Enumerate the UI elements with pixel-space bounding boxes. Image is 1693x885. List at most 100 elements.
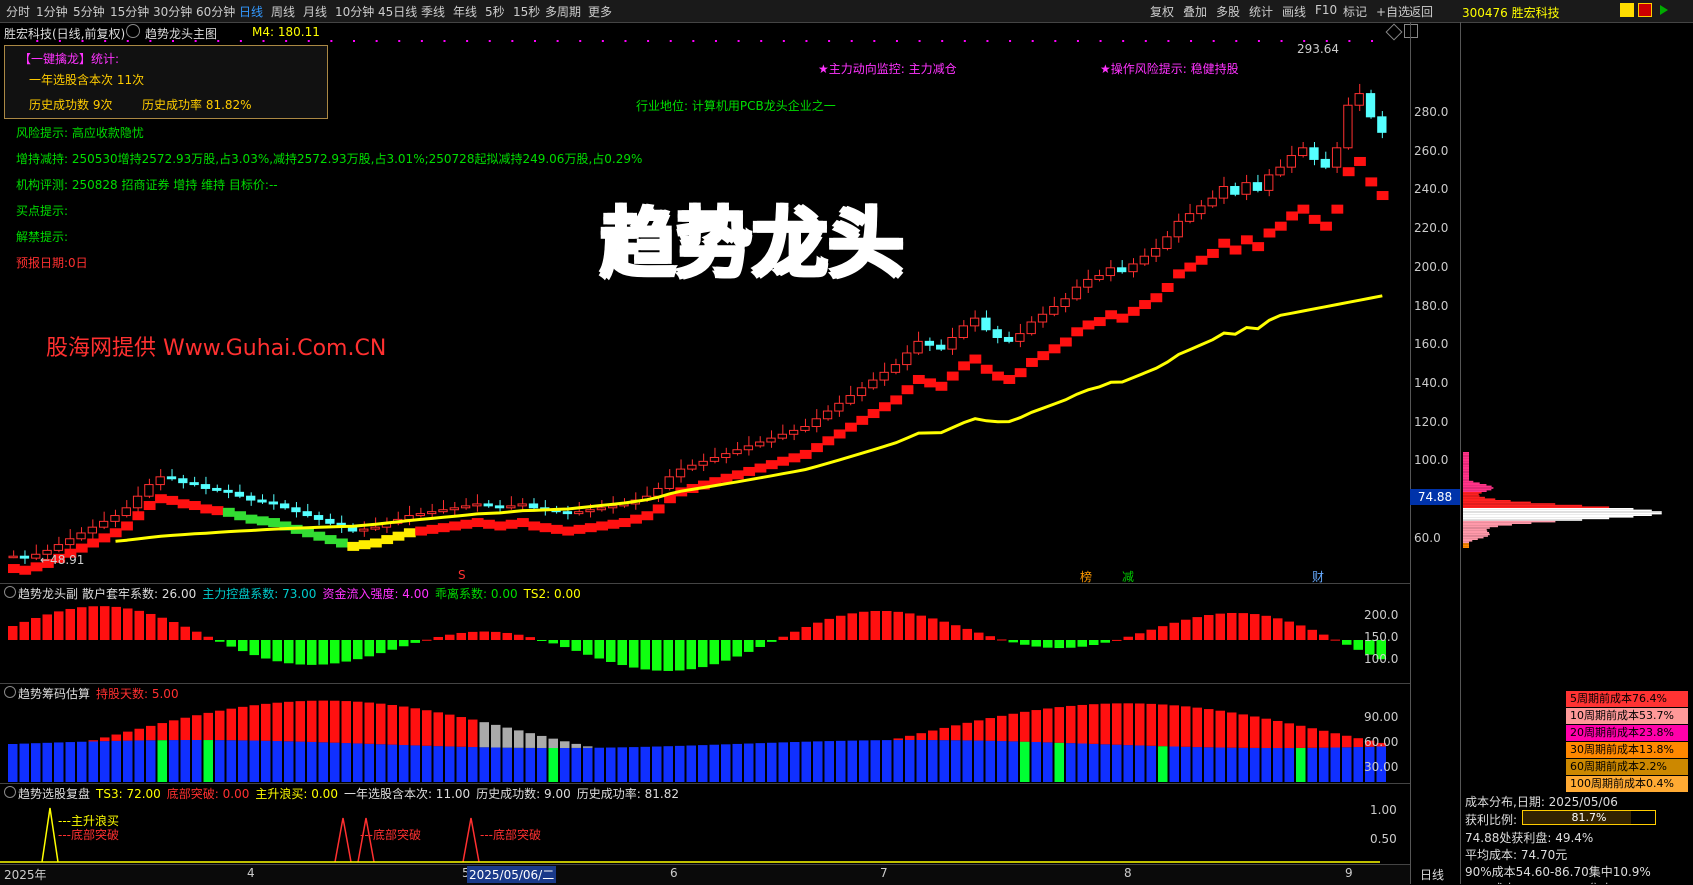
period-label[interactable]: 日线	[1420, 866, 1444, 883]
sub1-bar	[226, 640, 236, 647]
period-tab-1[interactable]: 1分钟	[36, 3, 68, 20]
sub1-bar	[341, 640, 351, 662]
trend-band	[1331, 204, 1344, 214]
toolbar-btn-2[interactable]: 多股	[1216, 3, 1240, 20]
candle	[924, 340, 935, 346]
chip-bar	[1463, 482, 1480, 484]
toolbar-btn-5[interactable]: F10	[1315, 3, 1337, 17]
candle	[483, 503, 493, 507]
period-tab-10[interactable]: 45日线	[378, 3, 417, 20]
toolbar-btn-6[interactable]: 标记	[1343, 3, 1367, 20]
sub2-blue-bar	[985, 740, 995, 782]
trend-band	[1184, 262, 1197, 272]
sub2-red-bar	[479, 722, 489, 748]
sub2-red-bar	[180, 717, 190, 741]
candle	[1037, 313, 1048, 323]
cost-legend-row[interactable]: 60周期前成本2.2%	[1566, 759, 1688, 775]
sub1-bar	[1135, 633, 1145, 640]
sub1-bar	[1215, 613, 1225, 640]
cost-legend-row[interactable]: 10周期前成本53.7%	[1566, 708, 1688, 724]
y-tick: 140.0	[1414, 375, 1449, 390]
sub1-bar	[594, 640, 604, 659]
trend-band	[958, 361, 970, 371]
cost-legend-row[interactable]: 5周期前成本76.4%	[1566, 691, 1688, 707]
sub1-bar	[1353, 640, 1363, 650]
candle	[687, 464, 697, 470]
candle	[992, 329, 1002, 338]
sub2-blue-bar	[54, 742, 64, 782]
period-tab-6[interactable]: 日线	[239, 3, 263, 20]
sub1-bar	[1342, 640, 1352, 645]
sub1-settings-icon[interactable]	[4, 586, 16, 598]
sub2-red-bar	[1215, 710, 1225, 748]
period-tab-3[interactable]: 15分钟	[110, 3, 149, 20]
sub1-bar	[606, 640, 616, 662]
y-axis-line	[1410, 22, 1411, 884]
candle	[1331, 147, 1342, 168]
sub2-blue-bar	[295, 741, 305, 782]
trend-band	[1139, 300, 1151, 310]
toolbar-btn-8[interactable]: 返回	[1409, 3, 1433, 20]
signal-dot	[669, 40, 672, 42]
candle	[902, 352, 912, 366]
sub2-blue-bar	[755, 743, 765, 782]
sub2-blue-bar	[1089, 743, 1099, 782]
period-tab-14[interactable]: 15秒	[513, 3, 540, 20]
chip-bar	[1463, 469, 1469, 472]
period-tab-15[interactable]: 多周期	[545, 3, 581, 20]
cost-legend-row[interactable]: 100周期前成本0.4%	[1566, 776, 1688, 792]
candle	[1365, 93, 1376, 118]
sub2-red-bar	[548, 738, 558, 748]
alert-icon[interactable]	[1638, 3, 1652, 17]
sub1-bar	[1330, 639, 1340, 641]
period-tab-0[interactable]: 分时	[6, 3, 30, 20]
close-panel-icon[interactable]	[1657, 3, 1671, 17]
sub2-settings-icon[interactable]	[4, 686, 16, 698]
candle	[1275, 166, 1285, 176]
sub2-blue-bar	[675, 745, 685, 782]
trend-band	[98, 533, 111, 543]
toolbar-btn-7[interactable]: +自选	[1376, 3, 1410, 20]
sub3-settings-icon[interactable]	[4, 786, 16, 798]
sub2-blue-bar	[629, 747, 639, 782]
period-tab-8[interactable]: 月线	[303, 3, 327, 20]
toolbar-btn-0[interactable]: 复权	[1150, 3, 1174, 20]
sub1-bar	[1146, 629, 1156, 640]
annot-bottom-3: ---底部突破	[480, 828, 541, 842]
cost-legend-row[interactable]: 20周期前成本23.8%	[1566, 725, 1688, 741]
sub1-bar	[399, 640, 409, 647]
period-tab-5[interactable]: 60分钟	[196, 3, 235, 20]
chip-bar	[1463, 495, 1480, 497]
sub1-bar	[813, 622, 823, 640]
sub2-blue-bar	[456, 746, 466, 782]
toolbar-btn-3[interactable]: 统计	[1249, 3, 1273, 20]
sub2-blue-bar	[31, 743, 41, 782]
period-tab-13[interactable]: 5秒	[485, 3, 505, 20]
period-tab-12[interactable]: 年线	[453, 3, 477, 20]
candle	[1003, 336, 1014, 342]
flag-icon[interactable]	[1620, 3, 1634, 17]
sub2-red-bar	[1020, 711, 1030, 742]
chip-bar	[1463, 461, 1469, 464]
period-tab-2[interactable]: 5分钟	[73, 3, 105, 20]
trend-band	[324, 535, 337, 545]
period-tab-16[interactable]: 更多	[588, 3, 612, 20]
candle	[766, 437, 776, 443]
signal-dot	[58, 40, 61, 42]
sub1-bar	[640, 640, 650, 670]
period-tab-9[interactable]: 10分钟	[335, 3, 374, 20]
sub2-blue-bar	[238, 740, 248, 782]
sub2-red-bar	[111, 734, 121, 741]
sub2-blue-bar	[1330, 747, 1340, 782]
cost-legend-row[interactable]: 30周期前成本13.8%	[1566, 742, 1688, 758]
period-tab-11[interactable]: 季线	[421, 3, 445, 20]
period-tab-4[interactable]: 30分钟	[153, 3, 192, 20]
ma-line	[115, 294, 1383, 543]
toolbar-btn-1[interactable]: 叠加	[1183, 3, 1207, 20]
toolbar-btn-4[interactable]: 画线	[1282, 3, 1306, 20]
sub2-blue-bar	[1353, 747, 1363, 782]
period-tab-7[interactable]: 周线	[271, 3, 295, 20]
sub1-bar	[721, 640, 731, 661]
sub2-red-bar	[951, 725, 961, 741]
trend-band	[1059, 337, 1072, 347]
